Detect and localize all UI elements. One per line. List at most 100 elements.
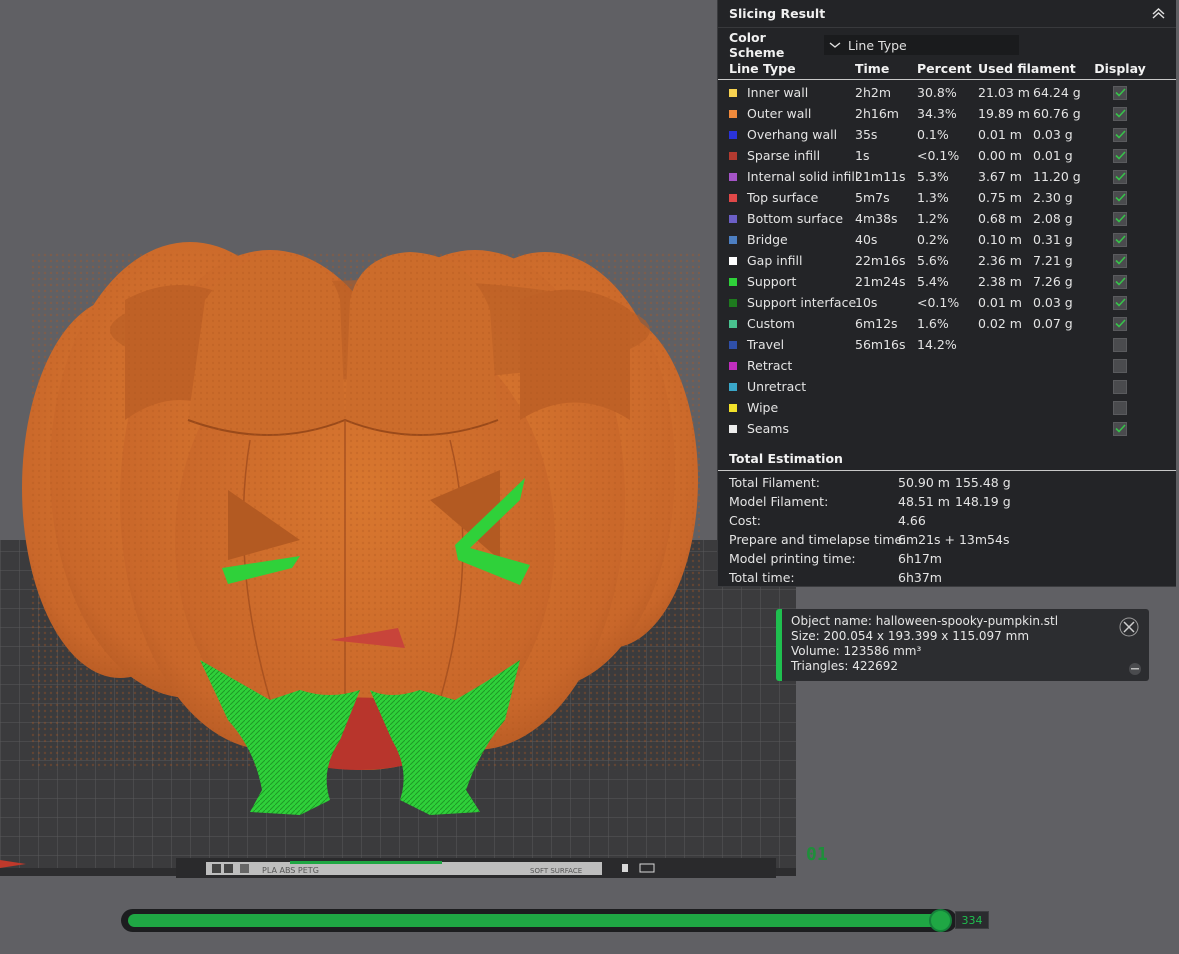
line-type-length: 21.03 m bbox=[978, 85, 1030, 100]
display-checkbox[interactable] bbox=[1113, 274, 1127, 289]
estimation-value-2: 155.48 g bbox=[955, 475, 1011, 490]
display-checkbox[interactable] bbox=[1113, 253, 1127, 268]
slicing-result-panel: Slicing Result Color Scheme Line Type Li… bbox=[717, 0, 1176, 587]
color-swatch bbox=[729, 193, 737, 202]
estimation-label: Total time: bbox=[729, 570, 795, 585]
estimation-label: Prepare and timelapse time: bbox=[729, 532, 907, 547]
layer-slider-thumb[interactable] bbox=[929, 909, 952, 932]
plate-number: 01 bbox=[806, 844, 828, 865]
color-scheme-label: Color Scheme bbox=[729, 30, 785, 60]
display-checkbox[interactable] bbox=[1113, 232, 1127, 247]
display-checkbox[interactable] bbox=[1113, 169, 1127, 184]
display-checkbox[interactable] bbox=[1113, 337, 1127, 352]
line-type-weight: 2.30 g bbox=[1033, 190, 1073, 205]
col-display: Display bbox=[1094, 61, 1146, 76]
line-type-time: 21m11s bbox=[855, 169, 906, 184]
color-swatch bbox=[729, 403, 737, 412]
line-type-time: 22m16s bbox=[855, 253, 906, 268]
line-type-name: Sparse infill bbox=[729, 148, 855, 163]
color-scheme-value: Line Type bbox=[848, 37, 907, 53]
line-type-weight: 0.01 g bbox=[1033, 148, 1073, 163]
estimation-value: 4.66 bbox=[898, 513, 926, 528]
close-icon[interactable] bbox=[1119, 617, 1139, 637]
line-type-length: 0.01 m bbox=[978, 127, 1022, 142]
estimation-value: 48.51 m bbox=[898, 494, 950, 509]
line-type-name: Gap infill bbox=[729, 253, 855, 268]
line-type-weight: 0.07 g bbox=[1033, 316, 1073, 331]
line-type-time: 56m16s bbox=[855, 337, 906, 352]
color-scheme-row: Color Scheme Line Type bbox=[718, 30, 1176, 60]
display-checkbox[interactable] bbox=[1113, 421, 1127, 436]
minimize-icon[interactable] bbox=[1129, 663, 1141, 675]
display-checkbox[interactable] bbox=[1113, 190, 1127, 205]
display-checkbox[interactable] bbox=[1113, 316, 1127, 331]
display-checkbox[interactable] bbox=[1113, 106, 1127, 121]
line-type-name: Outer wall bbox=[729, 106, 855, 121]
line-type-length: 0.02 m bbox=[978, 316, 1022, 331]
color-swatch bbox=[729, 319, 737, 328]
display-checkbox[interactable] bbox=[1113, 211, 1127, 226]
line-type-length: 2.36 m bbox=[978, 253, 1022, 268]
line-type-label: Top surface bbox=[747, 190, 819, 205]
display-checkbox[interactable] bbox=[1113, 400, 1127, 415]
total-estimation-title: Total Estimation bbox=[718, 447, 1176, 471]
color-swatch bbox=[729, 151, 737, 160]
line-type-row: Gap infill 22m16s 5.6% 2.36 m 7.21 g bbox=[718, 250, 1176, 271]
line-type-row: Internal solid infill 21m11s 5.3% 3.67 m 11.… bbox=[718, 166, 1176, 187]
line-type-time: 21m24s bbox=[855, 274, 906, 289]
display-toggle-cell bbox=[1100, 106, 1140, 121]
line-type-name: Inner wall bbox=[729, 85, 855, 100]
total-estimation-row: Total time: 6h37m bbox=[718, 568, 1176, 587]
line-type-row: Outer wall 2h16m 34.3% 19.89 m 60.76 g bbox=[718, 103, 1176, 124]
display-toggle-cell bbox=[1100, 295, 1140, 310]
line-type-percent: 14.2% bbox=[917, 337, 957, 352]
display-checkbox[interactable] bbox=[1113, 127, 1127, 142]
check-icon bbox=[1114, 193, 1126, 202]
estimation-value: 6h17m bbox=[898, 551, 942, 566]
line-type-percent: 1.6% bbox=[917, 316, 949, 331]
pumpkin-model[interactable] bbox=[22, 242, 700, 770]
layer-slider[interactable] bbox=[121, 909, 957, 932]
line-type-percent: 0.2% bbox=[917, 232, 949, 247]
check-icon bbox=[1114, 277, 1126, 286]
line-type-name: Unretract bbox=[729, 379, 855, 394]
color-swatch bbox=[729, 298, 737, 307]
check-icon bbox=[1114, 235, 1126, 244]
line-type-weight: 0.31 g bbox=[1033, 232, 1073, 247]
display-toggle-cell bbox=[1100, 274, 1140, 289]
check-icon bbox=[1114, 256, 1126, 265]
line-type-table: Line Type Time Percent Used filament Dis… bbox=[718, 58, 1176, 439]
line-type-row: Inner wall 2h2m 30.8% 21.03 m 64.24 g bbox=[718, 82, 1176, 103]
line-type-label: Bridge bbox=[747, 232, 788, 247]
line-type-length: 2.38 m bbox=[978, 274, 1022, 289]
color-swatch bbox=[729, 109, 737, 118]
line-type-length: 0.01 m bbox=[978, 295, 1022, 310]
display-toggle-cell bbox=[1100, 337, 1140, 352]
line-type-name: Seams bbox=[729, 421, 855, 436]
line-type-label: Unretract bbox=[747, 379, 807, 394]
display-checkbox[interactable] bbox=[1113, 379, 1127, 394]
display-toggle-cell bbox=[1100, 400, 1140, 415]
line-type-row: Bottom surface 4m38s 1.2% 0.68 m 2.08 g bbox=[718, 208, 1176, 229]
display-checkbox[interactable] bbox=[1113, 85, 1127, 100]
estimation-label: Cost: bbox=[729, 513, 762, 528]
color-scheme-dropdown[interactable]: Line Type bbox=[824, 35, 1019, 55]
line-type-weight: 2.08 g bbox=[1033, 211, 1073, 226]
layer-slider-fill bbox=[128, 914, 939, 927]
line-type-label: Seams bbox=[747, 421, 789, 436]
line-type-label: Overhang wall bbox=[747, 127, 838, 142]
line-type-name: Bridge bbox=[729, 232, 855, 247]
display-checkbox[interactable] bbox=[1113, 295, 1127, 310]
total-estimation-row: Cost: 4.66 bbox=[718, 511, 1176, 530]
display-checkbox[interactable] bbox=[1113, 148, 1127, 163]
line-type-name: Custom bbox=[729, 316, 855, 331]
line-type-length: 0.00 m bbox=[978, 148, 1022, 163]
line-type-label: Outer wall bbox=[747, 106, 812, 121]
object-name: Object name: halloween-spooky-pumpkin.st… bbox=[791, 614, 1059, 628]
object-info-tooltip: Object name: halloween-spooky-pumpkin.st… bbox=[776, 609, 1149, 681]
line-type-name: Support bbox=[729, 274, 855, 289]
line-type-name: Internal solid infill bbox=[729, 169, 858, 184]
display-checkbox[interactable] bbox=[1113, 358, 1127, 373]
collapse-icon[interactable] bbox=[1150, 6, 1166, 22]
check-icon bbox=[1114, 151, 1126, 160]
